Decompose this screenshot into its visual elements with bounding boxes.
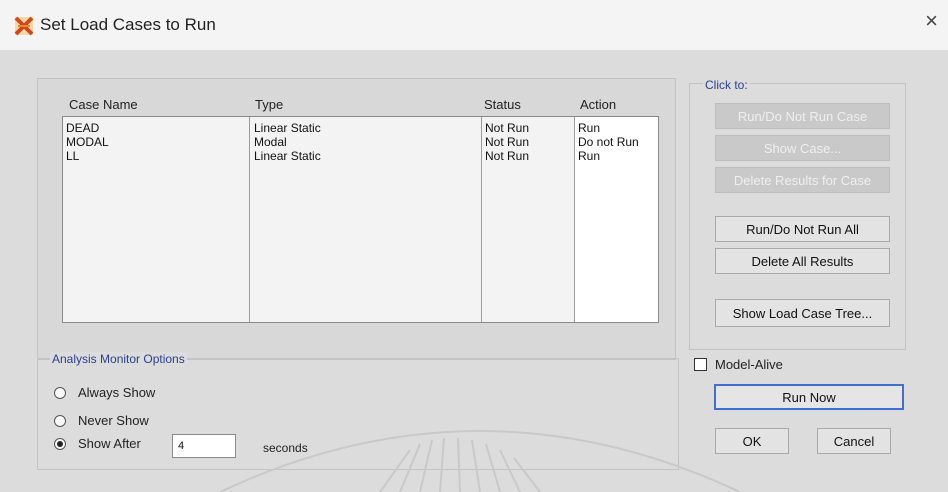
column-header-status[interactable]: Status <box>484 97 521 112</box>
case-name-cell: MODAL <box>66 135 109 149</box>
window-title: Set Load Cases to Run <box>40 15 216 34</box>
column-header-case-name[interactable]: Case Name <box>69 97 138 112</box>
load-case-list[interactable]: DEAD Linear Static Not Run Run MODAL Mod… <box>62 116 659 323</box>
run-now-button[interactable]: Run Now <box>714 384 904 410</box>
table-row[interactable]: LL Linear Static Not Run Run <box>63 150 658 163</box>
case-status-cell: Not Run <box>485 149 530 163</box>
analysis-monitor-label: Analysis Monitor Options <box>50 352 187 366</box>
show-case-button[interactable]: Show Case... <box>715 135 890 161</box>
sap-structure-icon <box>14 16 34 36</box>
model-alive-checkbox[interactable] <box>694 358 707 371</box>
cancel-button[interactable]: Cancel <box>817 428 891 454</box>
case-status-cell: Not Run <box>485 121 530 135</box>
seconds-label: seconds <box>263 441 308 455</box>
ok-button[interactable]: OK <box>715 428 789 454</box>
table-row[interactable]: DEAD Linear Static Not Run Run <box>63 122 658 135</box>
case-action-cell: Run <box>578 149 601 163</box>
run-do-not-run-case-button[interactable]: Run/Do Not Run Case <box>715 103 890 129</box>
column-header-type[interactable]: Type <box>255 97 283 112</box>
case-type-cell: Modal <box>254 135 287 149</box>
never-show-radio[interactable] <box>54 415 66 427</box>
delete-all-results-button[interactable]: Delete All Results <box>715 248 890 274</box>
model-alive-label: Model-Alive <box>715 357 783 372</box>
show-after-radio[interactable] <box>54 438 66 450</box>
table-row[interactable]: MODAL Modal Not Run Do not Run <box>63 136 658 149</box>
close-icon[interactable]: × <box>925 10 938 32</box>
never-show-label: Never Show <box>78 413 149 428</box>
case-type-cell: Linear Static <box>254 121 321 135</box>
click-to-label: Click to: <box>703 78 750 92</box>
run-do-not-run-all-button[interactable]: Run/Do Not Run All <box>715 216 890 242</box>
case-name-cell: DEAD <box>66 121 100 135</box>
delete-results-for-case-button[interactable]: Delete Results for Case <box>715 167 890 193</box>
always-show-radio[interactable] <box>54 387 66 399</box>
show-after-label: Show After <box>78 436 141 451</box>
case-name-cell: LL <box>66 149 80 163</box>
show-after-seconds-input[interactable]: 4 <box>172 434 236 458</box>
show-load-case-tree-button[interactable]: Show Load Case Tree... <box>715 299 890 327</box>
column-header-action[interactable]: Action <box>580 97 616 112</box>
always-show-label: Always Show <box>78 385 156 400</box>
case-action-cell: Do not Run <box>578 135 639 149</box>
case-action-cell: Run <box>578 121 601 135</box>
title-bar: Set Load Cases to Run × <box>0 0 948 50</box>
case-type-cell: Linear Static <box>254 149 321 163</box>
case-status-cell: Not Run <box>485 135 530 149</box>
